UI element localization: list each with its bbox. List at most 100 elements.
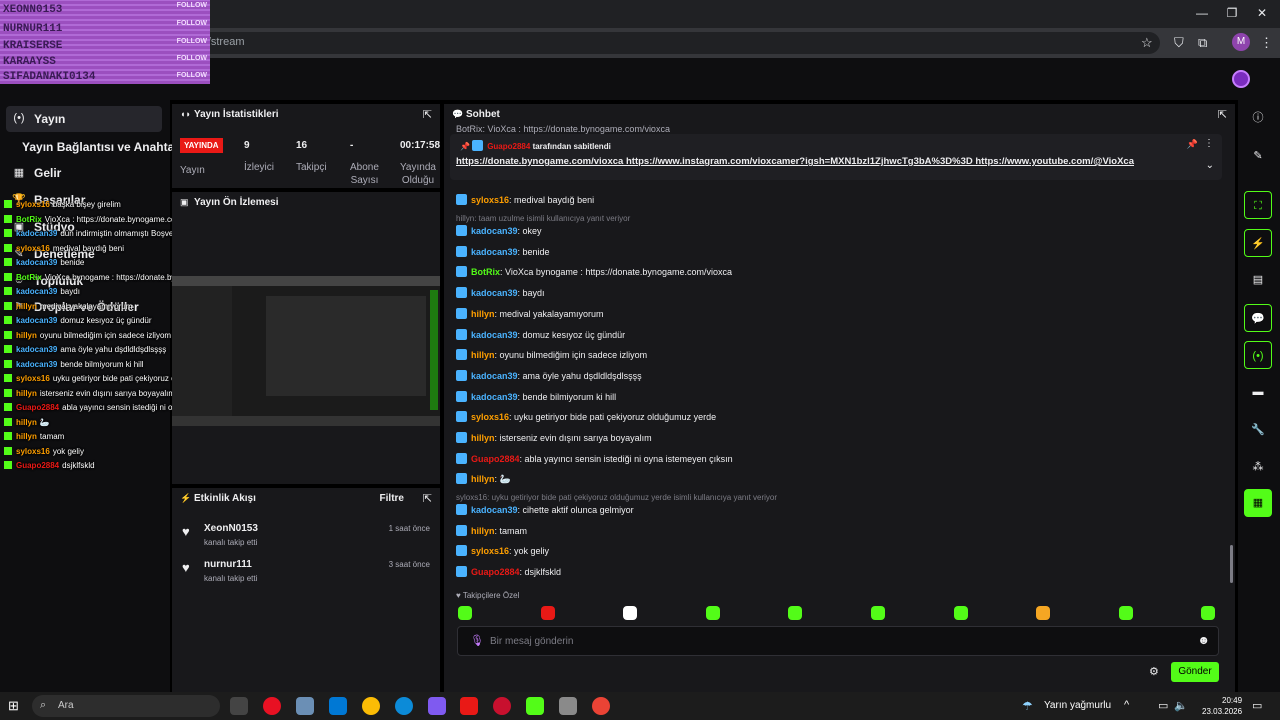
lightning-icon[interactable]: ⚡ [1244, 229, 1272, 257]
expand-icon[interactable]: ⇱ [1218, 108, 1227, 121]
chat-username[interactable]: hillyn [471, 433, 495, 443]
expand-icon[interactable]: ⇱ [423, 492, 432, 505]
chat-message[interactable]: hillyn: oyunu bilmediğim için sadece izl… [456, 349, 647, 363]
network-icon[interactable]: ▭ [1158, 699, 1168, 712]
chat-message[interactable]: BotRix: VioXca bynogame : https://donate… [456, 266, 732, 280]
document-icon[interactable]: ▤ [1244, 266, 1272, 294]
mic-icon[interactable]: 🎙 [470, 634, 484, 647]
chat-message[interactable]: kadocan39: baydı [456, 287, 545, 301]
minimize-icon[interactable]: — [1194, 6, 1210, 20]
chat-username[interactable]: hillyn [471, 474, 495, 484]
browser-menu-icon[interactable]: ⋮ [1260, 35, 1273, 51]
chat-message[interactable]: Guapo2884: abla yayıncı sensin istediği … [456, 452, 733, 467]
system-clock[interactable]: 20:49 23.03.2026 [1202, 695, 1242, 717]
chrome-active-icon[interactable] [559, 697, 577, 715]
send-button[interactable]: Gönder [1171, 662, 1219, 682]
chat-message[interactable]: kadocan39: bende bilmiyorum ki hill [456, 390, 616, 405]
chat-username[interactable]: kadocan39 [471, 288, 518, 298]
weather-widget[interactable]: Yarın yağmurlu [1044, 700, 1111, 711]
layout-icon[interactable]: ▬ [1244, 378, 1272, 406]
windows-start-icon[interactable]: ⊞ [8, 698, 19, 714]
url-field[interactable]: dashboard.kick.com/stream [80, 32, 1160, 54]
emote-button[interactable] [458, 606, 472, 620]
chat-message[interactable]: hillyn: 🦢 [456, 473, 511, 487]
chat-message[interactable]: kadocan39: domuz kesıyoz üç gündür [456, 328, 625, 343]
chat-message-input[interactable]: 🎙 Bir mesaj gönderin ☻ [457, 626, 1219, 656]
edge-icon[interactable] [395, 697, 413, 715]
pin-icon[interactable]: 📌 [1187, 139, 1198, 150]
expand-icon[interactable]: ⇱ [423, 108, 432, 121]
chat-username[interactable]: kadocan39 [471, 371, 518, 381]
task-view-icon[interactable] [230, 697, 248, 715]
more-icon[interactable]: ⋮ [1204, 138, 1214, 149]
chrome-icon[interactable] [362, 697, 380, 715]
bookmark-star-icon[interactable]: ☆ [1141, 35, 1153, 51]
chat-username[interactable]: Guapo2884 [471, 567, 520, 577]
chat-message[interactable]: hillyn: isterseniz evin dışını sarıya bo… [456, 432, 652, 446]
emoji-icon[interactable]: ☻ [1197, 633, 1210, 647]
kick-app-icon[interactable] [526, 697, 544, 715]
chat-username[interactable]: kadocan39 [471, 505, 518, 515]
chat-message[interactable]: syloxs16: uyku getiriyor bide pati çekiy… [456, 411, 716, 425]
chat-message[interactable]: syloxs16: medival baydığ beni [456, 194, 594, 208]
gear-icon[interactable]: ⚙ [1149, 665, 1159, 678]
chat-username[interactable]: kadocan39 [471, 392, 518, 402]
clip-icon[interactable]: ⛶ [1244, 191, 1272, 219]
chrome-icon[interactable] [592, 697, 610, 715]
chat-message[interactable]: hillyn: medival yakalayamıyorum [456, 307, 604, 322]
chat-message[interactable]: kadocan39: benide [456, 245, 550, 260]
emote-button[interactable] [1118, 606, 1133, 620]
chat-username[interactable]: hillyn [471, 350, 495, 360]
chat-message[interactable]: syloxs16: yok geliy [456, 545, 549, 559]
chat-scrollbar[interactable] [1230, 545, 1233, 583]
info-icon[interactable]: ⓘ [1244, 104, 1272, 132]
close-icon[interactable]: ✕ [1254, 6, 1270, 20]
pinned-links[interactable]: https://donate.bynogame.com/vioxca https… [456, 156, 1134, 167]
chat-username[interactable]: hillyn [471, 309, 495, 319]
chat-username[interactable]: kadocan39 [471, 330, 518, 340]
emote-button[interactable] [705, 606, 720, 620]
app-icon[interactable] [296, 697, 314, 715]
wrench-icon[interactable]: 🔧 [1244, 416, 1272, 444]
emote-button[interactable] [871, 606, 885, 620]
emote-button[interactable] [1036, 606, 1051, 620]
emote-button[interactable] [623, 606, 638, 620]
chat-username[interactable]: syloxs16 [471, 546, 509, 556]
app-icon[interactable] [460, 697, 478, 715]
tray-chevron-icon[interactable]: ^ [1124, 699, 1129, 711]
stream-preview-video[interactable] [172, 276, 440, 426]
sidebar-item-income[interactable]: ▦ Gelir [6, 160, 162, 186]
chat-username[interactable]: BotRix [471, 267, 500, 277]
pencil-icon[interactable]: ✎ [1244, 142, 1272, 170]
chat-message[interactable]: kadocan39: ama öyle yahu dşdldldşdlsşşş [456, 369, 642, 384]
chat-message[interactable]: Guapo2884: dsjklfskld [456, 566, 561, 580]
chevron-down-icon[interactable]: ⌄ [1206, 160, 1214, 171]
sidebar-item-stream-key[interactable]: Yayın Bağlantısı ve Anahtarı [22, 140, 182, 154]
emote-button[interactable] [1201, 606, 1216, 620]
extensions-icon[interactable]: ⧉ [1198, 35, 1207, 51]
copilot-icon[interactable] [428, 697, 446, 715]
shield-extension-icon[interactable]: ⛉ [1174, 35, 1184, 51]
chat-username[interactable]: syloxs16 [471, 195, 509, 205]
notifications-icon[interactable]: ▭ [1252, 699, 1262, 712]
sidebar-item-stream[interactable]: (•) Yayın [6, 106, 162, 132]
emote-button[interactable] [540, 606, 555, 620]
maximize-icon[interactable]: ❐ [1224, 6, 1240, 20]
taskbar-search[interactable]: ⌕ Ara [32, 695, 220, 717]
browser-profile-avatar[interactable]: M [1232, 33, 1250, 51]
chat-username[interactable]: hillyn [471, 526, 495, 536]
chat-username[interactable]: Guapo2884 [471, 454, 520, 464]
mail-icon[interactable] [329, 697, 347, 715]
chat-username[interactable]: syloxs16 [471, 412, 509, 422]
user-avatar[interactable] [1232, 70, 1250, 88]
chat-message[interactable]: hillyn: tamam [456, 524, 527, 539]
volume-icon[interactable]: 🔈 [1174, 699, 1188, 712]
clapper-icon[interactable]: ▦ [1244, 489, 1272, 517]
broadcast-toggle-icon[interactable]: (•) [1244, 341, 1272, 369]
filter-button[interactable]: Filtre [380, 493, 404, 504]
opera-icon[interactable] [493, 697, 511, 715]
nodes-icon[interactable]: ⁂ [1244, 453, 1272, 481]
chat-username[interactable]: kadocan39 [471, 226, 518, 236]
emote-button[interactable] [788, 606, 803, 620]
chat-username[interactable]: kadocan39 [471, 247, 518, 257]
